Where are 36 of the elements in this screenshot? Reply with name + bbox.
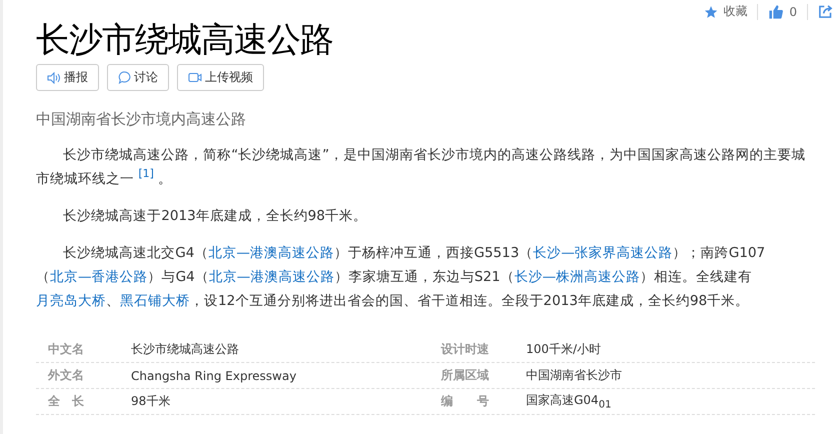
- link[interactable]: 长沙—株洲高速公路: [514, 269, 640, 285]
- link[interactable]: 北京—港澳高速公路: [208, 269, 334, 285]
- link[interactable]: 黑石铺大桥: [120, 293, 190, 309]
- info-label: 所属区域: [440, 367, 490, 384]
- paragraph: 长沙市绕城高速公路，简称“长沙绕城高速”，是中国湖南省长沙市境内的高速公路线路，为中国国家高速公路网的主要城市绕城环线之一 $^{[1]}$ 。: [36, 146, 806, 189]
- info-value: 中国湖南省长沙市: [526, 367, 623, 384]
- info-label: 编 号: [440, 393, 490, 410]
- share-icon[interactable]: [818, 4, 833, 19]
- subtitle: 中国湖南省长沙市境内高速公路: [36, 109, 247, 129]
- paragraph: 长沙绕城高速北交G4（北京—港澳高速公路）于杨梓冲互通，西接G5513（长沙—张家界高速公路）；南跨G107（北京—香港公路）与G4（北京—港澳高速公路）李家塘互通，东边与S21（长沙—株洲高速公路）相连。全线建有 月亮岛大桥、黑石铺大桥，设12个互通分别将进出省会的国、省干道相连。全段于2013年底建成，全长约98千米。: [36, 244, 766, 311]
- paragraph: 长沙绕城高速于2013年底建成，全长约98千米。: [62, 207, 368, 226]
- speech-bubble-icon: [118, 71, 131, 84]
- link[interactable]: 长沙—张家界高速公路: [533, 245, 673, 261]
- star-icon: [704, 4, 718, 18]
- like-button[interactable]: 0: [768, 4, 797, 20]
- info-label: 设计时速: [440, 341, 490, 358]
- link[interactable]: 月亮岛大桥: [36, 293, 106, 309]
- info-label: 全 长: [47, 393, 85, 410]
- info-value: 100千米/小时: [526, 341, 602, 358]
- info-value: 长沙市绕城高速公路: [131, 341, 240, 358]
- discuss-button[interactable]: 讨论: [107, 64, 169, 91]
- footnote-link[interactable]: [1]: [138, 167, 154, 180]
- video-camera-icon: [188, 72, 202, 83]
- page-title: 长沙市绕城高速公路: [36, 19, 333, 62]
- thumbs-up-icon: [768, 4, 784, 20]
- info-label: 外文名: [46, 367, 85, 384]
- favorite-button[interactable]: 收藏: [704, 3, 748, 20]
- link[interactable]: 北京—香港公路: [50, 269, 148, 285]
- info-label: 中文名: [47, 341, 85, 358]
- info-value: 98千米: [131, 393, 172, 410]
- broadcast-button[interactable]: 播报: [36, 64, 99, 91]
- info-value: Changsha Ring Expressway: [131, 368, 298, 382]
- speaker-icon: [47, 72, 61, 84]
- info-value: 国家高速G04$_{01}$: [526, 392, 612, 411]
- upload-video-button[interactable]: 上传视频: [177, 64, 264, 91]
- link[interactable]: 北京—港澳高速公路: [208, 245, 334, 261]
